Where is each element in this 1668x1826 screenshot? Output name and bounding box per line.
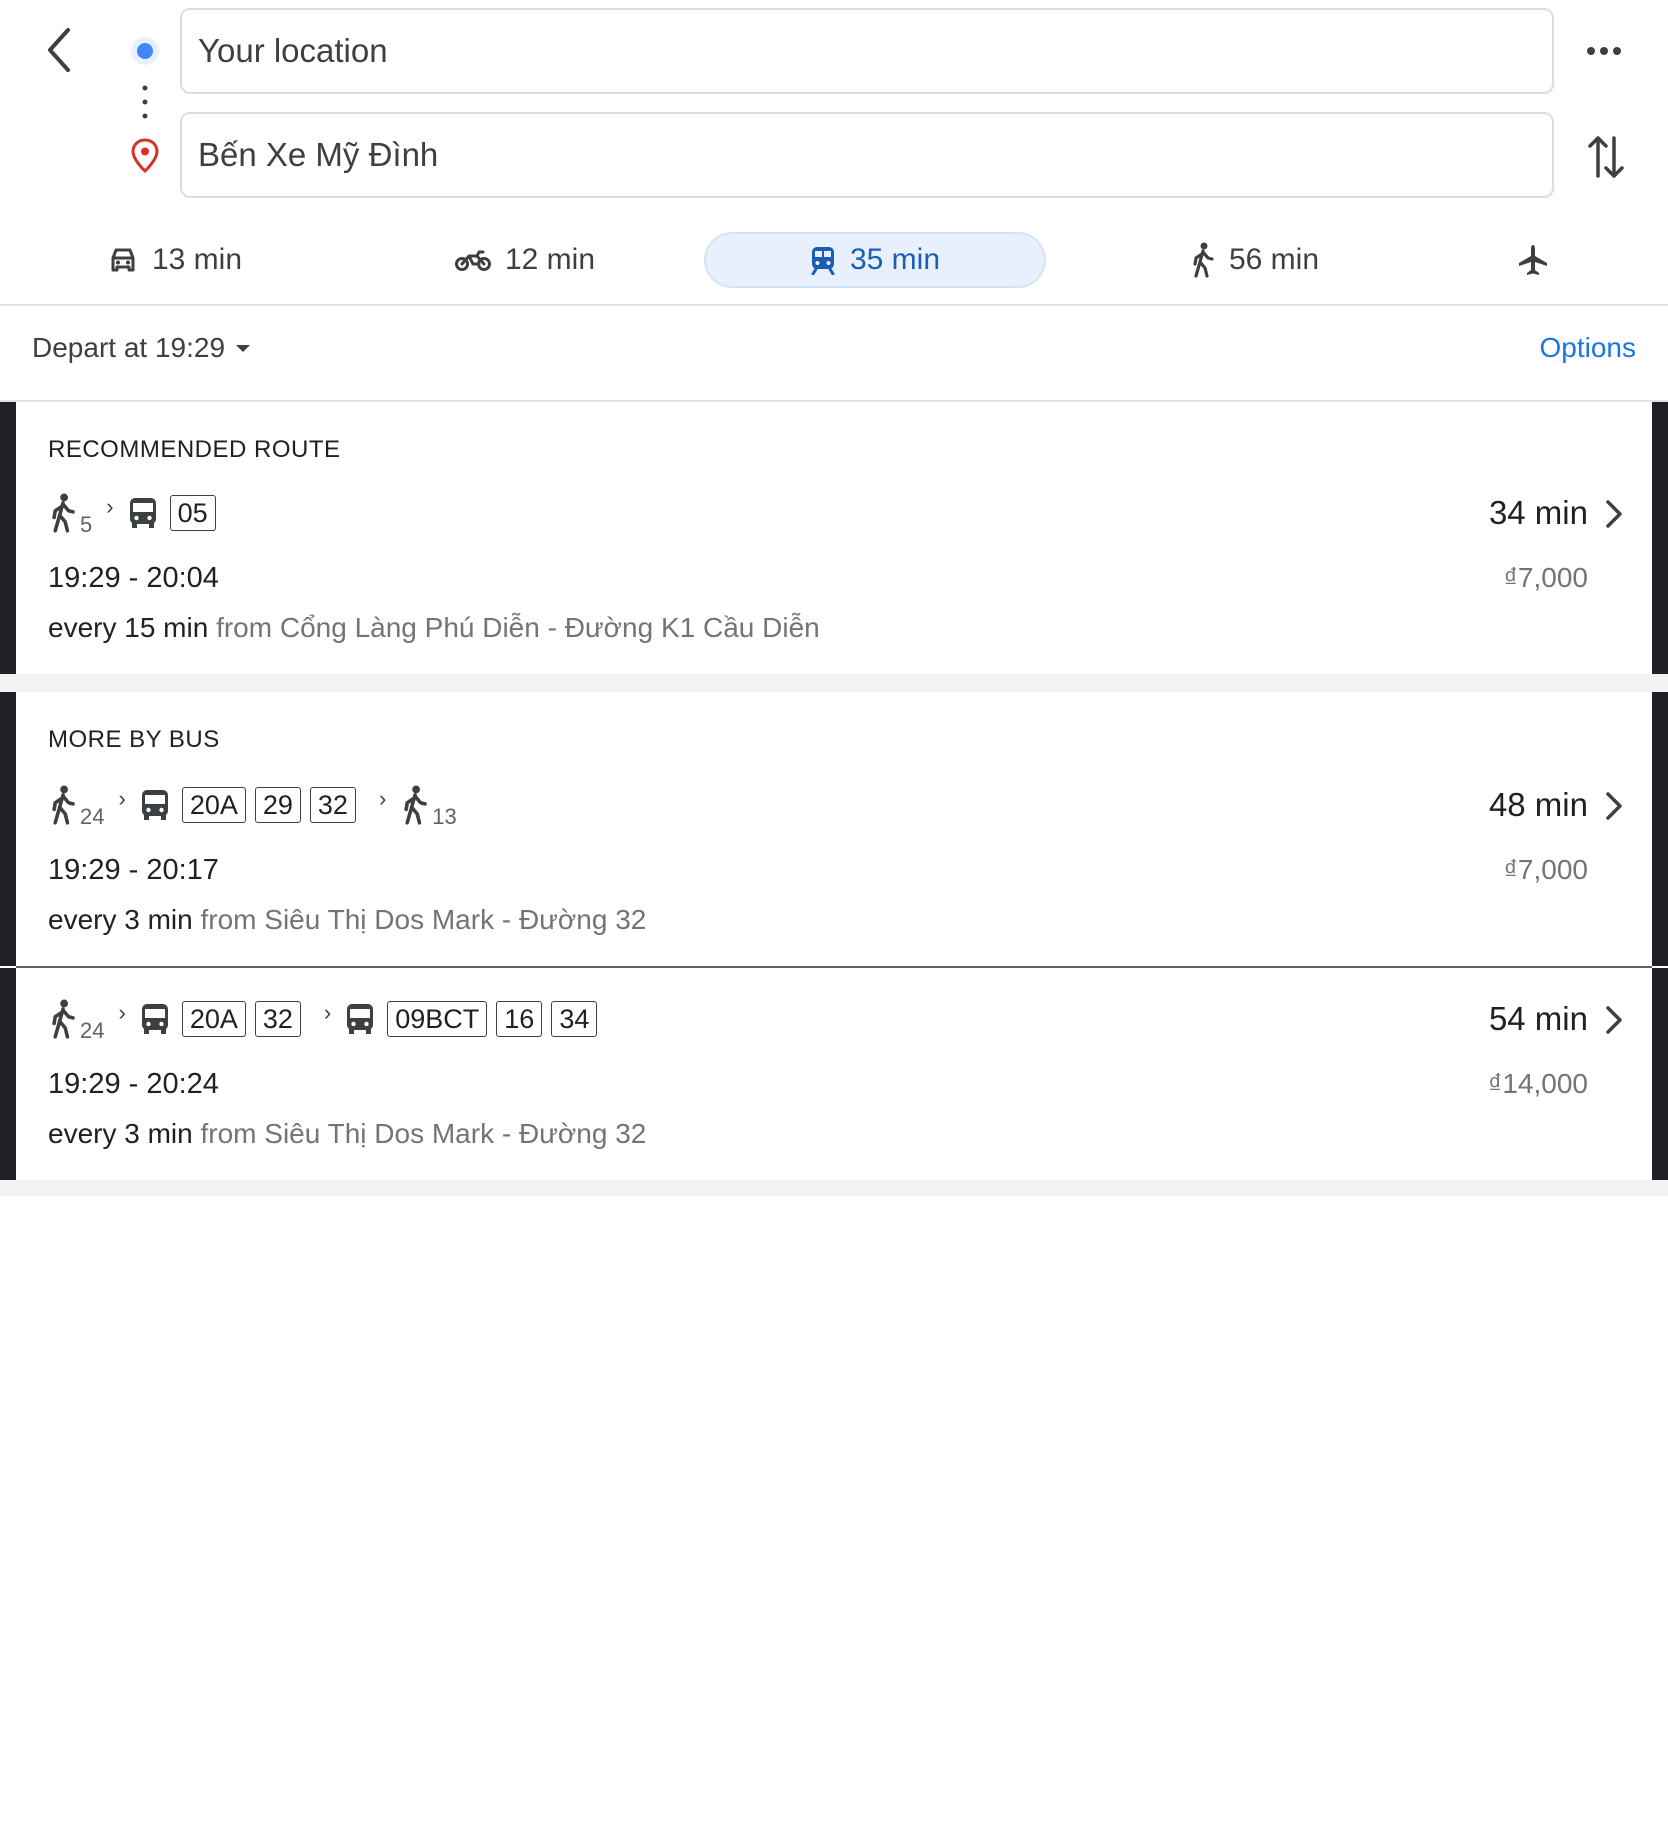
- walk-icon: [52, 785, 75, 825]
- bus-icon: [141, 1004, 168, 1034]
- walk-icon: [1193, 242, 1214, 278]
- swap-directions-icon[interactable]: [1586, 132, 1626, 182]
- step-chevron: ›: [106, 494, 114, 519]
- bus-line-badge: 16: [496, 1001, 543, 1037]
- motorbike-icon: [454, 250, 491, 271]
- walk-icon: [52, 999, 75, 1039]
- more-options-icon[interactable]: [1584, 36, 1624, 66]
- route-frequency: every 3 min: [48, 1118, 193, 1149]
- route-dots-icon: [142, 85, 148, 119]
- route-frequency-line: every 3 min from Siêu Thị Dos Mark - Đườ…: [48, 904, 646, 936]
- origin-input[interactable]: Your location: [180, 8, 1554, 94]
- bus-line-badge: 05: [169, 495, 216, 531]
- route-steps: 5 › 05: [48, 488, 225, 538]
- route-price: ₫14,000: [1487, 1068, 1588, 1099]
- back-arrow-icon[interactable]: [40, 22, 80, 78]
- chevron-right-icon: [1606, 500, 1622, 528]
- mode-tab-driving[interactable]: 13 min: [60, 232, 290, 288]
- destination-pin-icon: [131, 138, 159, 174]
- bus-line-badge: 29: [254, 787, 301, 823]
- step-chevron: ›: [323, 1000, 332, 1025]
- bus-icon: [141, 790, 168, 820]
- route-price: ₫7,000: [1503, 854, 1588, 885]
- walk-minutes: 24: [80, 804, 105, 829]
- route-frequency-line: every 3 min from Siêu Thị Dos Mark - Đườ…: [48, 1118, 646, 1150]
- bus-line-badge: 32: [309, 787, 356, 823]
- route-times: 19:29 - 20:24: [48, 1068, 219, 1100]
- mode-tab-motorbike[interactable]: 12 min: [410, 232, 640, 288]
- mode-tab-label: 56 min: [1228, 243, 1320, 276]
- mode-tab-label: 13 min: [151, 243, 243, 276]
- dropdown-arrow-icon: [236, 345, 251, 352]
- route-card-bus-2[interactable]: 24 › 20A 32 › 09BCT 16 34 54 min 19:29 -…: [0, 968, 1668, 1180]
- route-card-recommended[interactable]: RECOMMENDED ROUTE 5 › 05 34 min 19:29 - …: [0, 402, 1668, 674]
- bus-icon: [129, 498, 156, 528]
- route-duration: 48 min: [1488, 786, 1588, 823]
- bus-icon: [347, 1004, 374, 1034]
- route-frequency-line: every 15 min from Cổng Làng Phú Diễn - Đ…: [48, 612, 820, 644]
- chevron-right-icon: [1606, 792, 1622, 820]
- train-icon: [811, 247, 835, 275]
- mode-tab-label: 35 min: [849, 243, 941, 276]
- card-gap: [0, 674, 1668, 692]
- depart-time-selector[interactable]: Depart at 19:29: [32, 332, 253, 364]
- route-times: 19:29 - 20:17: [48, 854, 219, 886]
- depart-time-label: Depart at 19:29: [32, 332, 226, 363]
- origin-dot-icon: [131, 37, 159, 65]
- route-times: 19:29 - 20:04: [48, 562, 219, 594]
- step-chevron: ›: [118, 786, 126, 811]
- walk-minutes: 13: [432, 804, 457, 829]
- route-steps: 24 › 20A 29 32 › 13: [48, 780, 457, 830]
- destination-input[interactable]: Bến Xe Mỹ Đình: [180, 112, 1554, 198]
- route-duration: 34 min: [1488, 494, 1588, 531]
- header-divider: [0, 304, 1668, 306]
- section-label-more-by-bus: MORE BY BUS: [48, 726, 220, 753]
- bus-line-badge: 34: [551, 1001, 598, 1037]
- walk-icon: [52, 493, 75, 533]
- walk-minutes: 5: [80, 512, 93, 537]
- route-duration: 54 min: [1488, 1000, 1588, 1037]
- bus-line-badge: 20A: [181, 1001, 246, 1037]
- route-price: ₫7,000: [1503, 562, 1588, 593]
- step-chevron: ›: [118, 1000, 126, 1025]
- route-frequency: every 3 min: [48, 904, 193, 935]
- route-frequency: every 15 min: [48, 612, 209, 643]
- section-label-recommended: RECOMMENDED ROUTE: [48, 436, 341, 463]
- mode-tab-flight[interactable]: [1500, 232, 1566, 288]
- route-steps: 24 › 20A 32 › 09BCT 16 34: [48, 994, 606, 1044]
- route-origin-stop: from Siêu Thị Dos Mark - Đường 32: [200, 1118, 647, 1149]
- route-origin-stop: from Cổng Làng Phú Diễn - Đường K1 Cầu D…: [216, 612, 820, 643]
- car-icon: [111, 248, 135, 272]
- chevron-right-icon: [1606, 1006, 1622, 1034]
- route-card-bus-1[interactable]: MORE BY BUS 24 › 20A 29 32 › 13 48 min 1…: [0, 692, 1668, 966]
- airplane-icon: [1519, 245, 1547, 275]
- walk-minutes: 24: [80, 1018, 105, 1043]
- mode-tab-walking[interactable]: 56 min: [1140, 232, 1370, 288]
- bus-line-badge: 09BCT: [387, 1001, 488, 1037]
- step-chevron: ›: [378, 786, 387, 811]
- bus-line-badge: 20A: [181, 787, 246, 823]
- mode-tab-transit[interactable]: 35 min: [704, 232, 1046, 288]
- mode-tab-label: 12 min: [504, 243, 596, 276]
- card-gap: [0, 1180, 1668, 1196]
- bus-line-badge: 32: [254, 1001, 301, 1037]
- walk-icon: [404, 785, 428, 825]
- options-link[interactable]: Options: [1540, 332, 1637, 364]
- route-origin-stop: from Siêu Thị Dos Mark - Đường 32: [200, 904, 647, 935]
